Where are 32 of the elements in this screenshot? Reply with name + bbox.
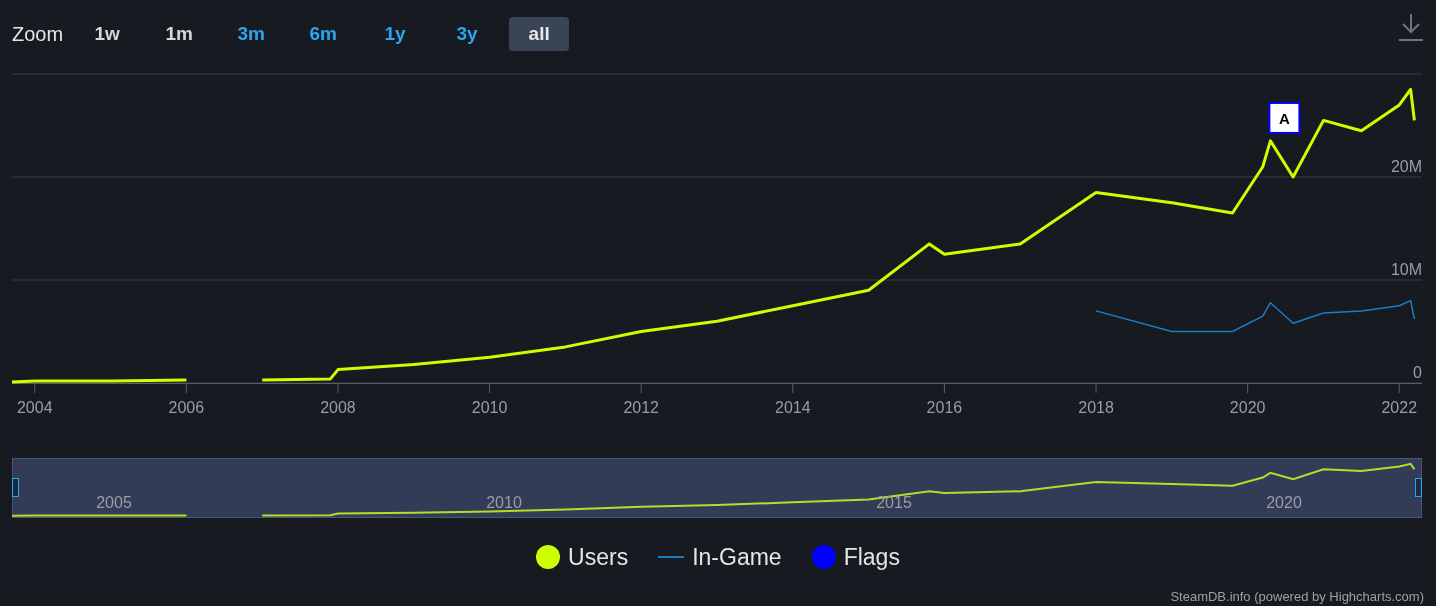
x-axis-label: 2010 xyxy=(471,399,508,416)
navigator-handle[interactable] xyxy=(1415,478,1422,497)
x-axis-label: 2016 xyxy=(926,399,963,416)
legend-item[interactable]: In-Game xyxy=(692,543,782,571)
x-axis-label: 2020 xyxy=(1229,399,1266,416)
navigator-label: 2020 xyxy=(1266,494,1302,511)
y-axis-label: 20M xyxy=(1390,158,1422,175)
navigator-label: 2010 xyxy=(486,494,522,511)
zoom-label: Zoom xyxy=(12,22,64,46)
zoom-button[interactable]: all xyxy=(509,17,570,51)
x-axis-label: 2012 xyxy=(623,399,659,416)
legend-item[interactable]: Users xyxy=(568,543,629,571)
x-axis-label: 2006 xyxy=(168,399,205,416)
navigator-label: 2005 xyxy=(96,494,132,511)
zoom-button[interactable]: 3m xyxy=(221,17,282,51)
x-axis-label: 2004 xyxy=(16,399,53,416)
x-axis-label: 2018 xyxy=(1078,399,1114,416)
zoom-button[interactable]: 1y xyxy=(365,17,426,51)
zoom-button[interactable]: 6m xyxy=(293,17,354,51)
y-axis-label: 10M xyxy=(1390,261,1422,278)
zoom-button[interactable]: 3y xyxy=(437,17,498,51)
navigator-handle[interactable] xyxy=(12,478,19,497)
flag-marker: A xyxy=(1268,101,1301,134)
legend-item[interactable]: Flags xyxy=(843,543,900,571)
y-axis-label: 0 xyxy=(1413,364,1422,381)
x-axis-label: 2014 xyxy=(775,399,811,416)
x-axis-label: 2008 xyxy=(320,399,356,416)
download-icon[interactable] xyxy=(1398,12,1424,42)
x-axis-label: 2022 xyxy=(1381,399,1418,416)
navigator-label: 2015 xyxy=(876,494,912,511)
credits-text: SteamDB.info (powered by Highcharts.com) xyxy=(1169,589,1425,604)
annotation: A xyxy=(1278,109,1290,127)
